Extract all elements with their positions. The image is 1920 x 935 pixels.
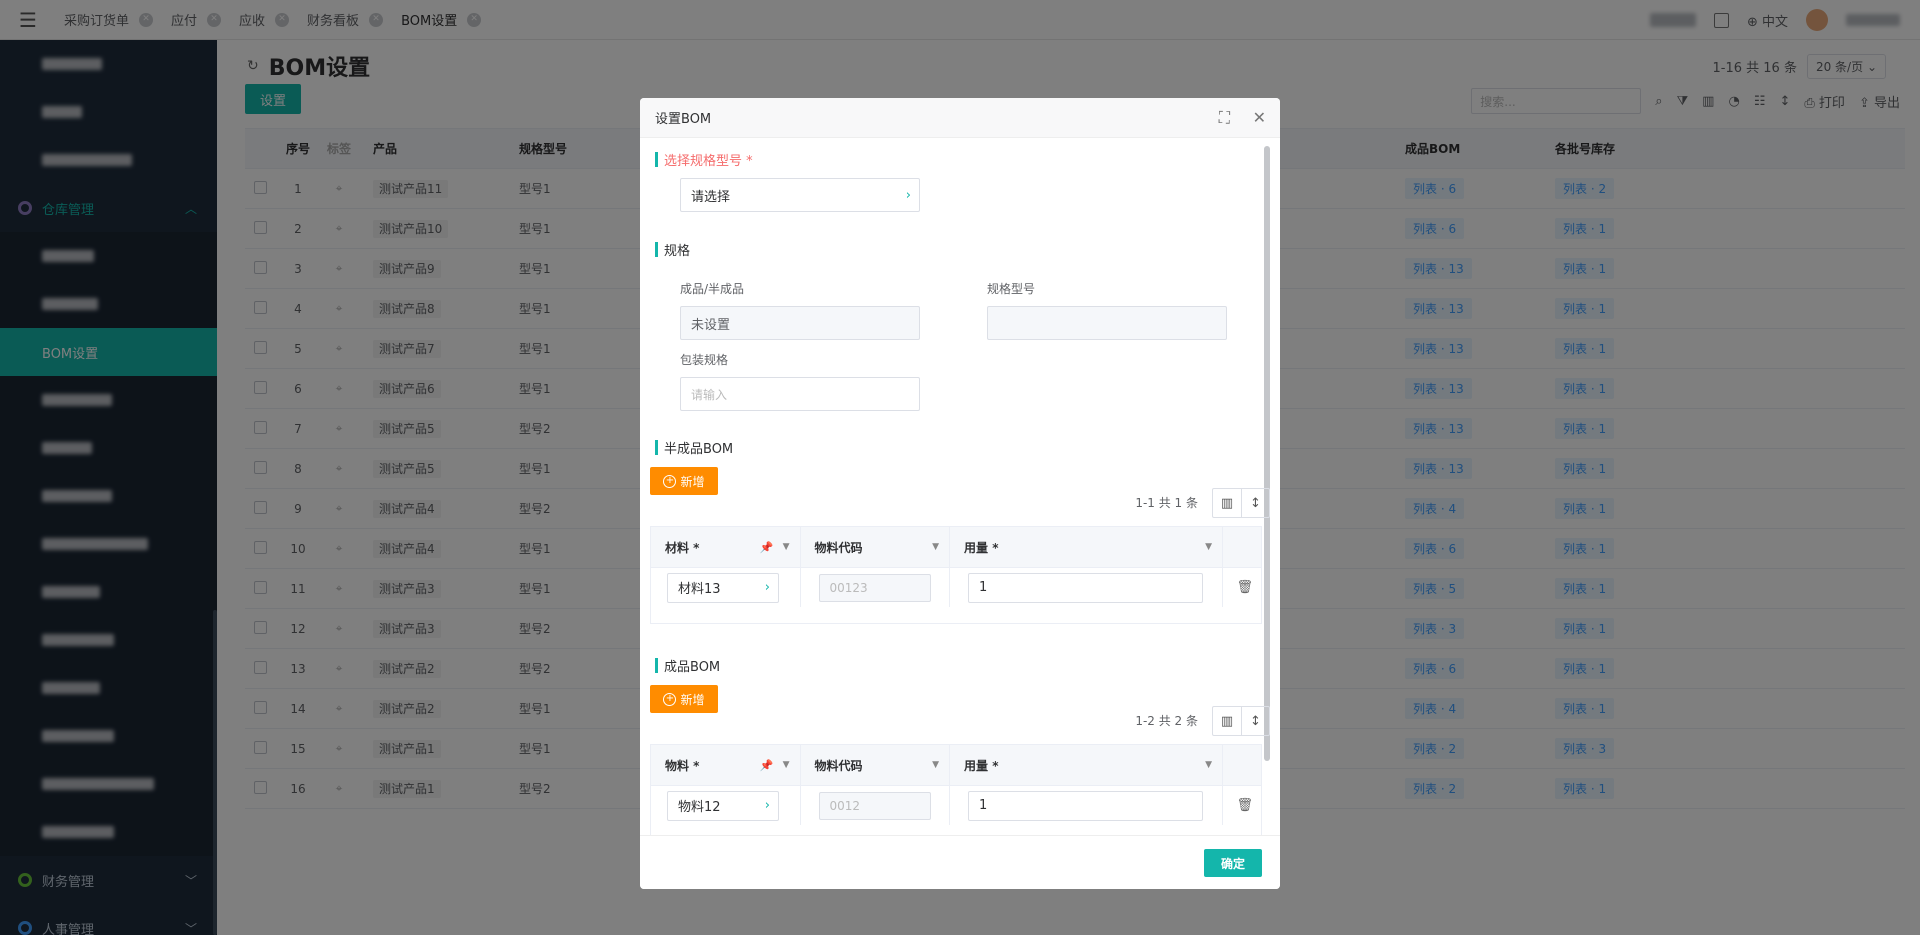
qty-cell: 1 xyxy=(950,786,1224,825)
table-row: 物料12 › 0012 1 🗑 xyxy=(651,785,1261,825)
section-select-spec: 选择规格型号 * xyxy=(655,150,753,169)
section-finished-bom: 成品BOM xyxy=(655,656,720,675)
row-height-icon[interactable]: ↕ xyxy=(1241,707,1269,735)
actions-cell: 🗑 xyxy=(1223,786,1261,825)
finished-pager: 1-2 共 2 条 xyxy=(1135,714,1198,728)
plus-circle-icon: + xyxy=(663,692,677,706)
trash-icon[interactable]: 🗑 xyxy=(1236,798,1253,813)
qty-input[interactable]: 1 xyxy=(968,790,1204,821)
caret-down-icon[interactable]: ▼ xyxy=(1205,542,1212,552)
caret-down-icon[interactable]: ▼ xyxy=(932,542,939,552)
plus-circle-icon: + xyxy=(663,474,677,488)
bar-chart-icon[interactable]: ▥ xyxy=(1213,489,1241,517)
header-code[interactable]: 物料代码 ▼ xyxy=(801,527,951,567)
header-code[interactable]: 物料代码 ▼ xyxy=(801,745,951,785)
bar-chart-icon[interactable]: ▥ xyxy=(1213,707,1241,735)
finished-bom-table: 物料 * 📌 ▼ 物料代码 ▼ 用量 * ▼ 物料12 › 0012 1 🗑 xyxy=(650,744,1262,835)
semi-pager: 1-1 共 1 条 xyxy=(1135,496,1198,510)
product-type-value: 未设置 xyxy=(691,317,731,333)
header-label: 物料代码 xyxy=(814,758,863,773)
code-cell: 0012 xyxy=(801,786,951,825)
qty-value: 1 xyxy=(979,580,988,595)
material-value: 物料12 xyxy=(678,800,721,815)
code-cell: 00123 xyxy=(801,568,951,607)
product-type-label: 成品/半成品 xyxy=(680,282,745,296)
qty-input[interactable]: 1 xyxy=(968,572,1204,603)
spec-select[interactable]: 请选择 › xyxy=(680,178,920,212)
header-label: 材料 * xyxy=(665,540,700,555)
section-spec: 规格 xyxy=(655,240,690,259)
confirm-button[interactable]: 确定 xyxy=(1204,849,1262,877)
qty-value: 1 xyxy=(979,798,988,813)
caret-down-icon[interactable]: ▼ xyxy=(1205,760,1212,770)
header-label: 物料代码 xyxy=(814,540,863,555)
material-select[interactable]: 材料13 › xyxy=(667,572,779,603)
material-cell: 材料13 › xyxy=(651,568,801,607)
dialog-title: 设置BOM xyxy=(655,112,712,127)
pin-icon[interactable]: 📌 xyxy=(760,759,774,772)
pin-icon[interactable]: 📌 xyxy=(760,541,774,554)
code-field: 0012 xyxy=(818,791,931,820)
section-semi-bom: 半成品BOM xyxy=(655,438,733,457)
header-material[interactable]: 材料 * 📌 ▼ xyxy=(651,527,801,567)
finished-table-tools: ▥ ↕ xyxy=(1212,706,1270,736)
header-label: 物料 * xyxy=(665,758,700,773)
dialog-scrollbar[interactable] xyxy=(1264,146,1270,761)
header-qty[interactable]: 用量 * ▼ xyxy=(950,745,1224,785)
packaging-input[interactable]: 请输入 xyxy=(680,377,920,411)
trash-icon[interactable]: 🗑 xyxy=(1236,580,1253,595)
add-label: 新增 xyxy=(680,692,705,707)
material-select[interactable]: 物料12 › xyxy=(667,790,779,821)
code-value: 00123 xyxy=(829,580,868,595)
section-label: 选择规格型号 * xyxy=(664,154,753,169)
header-material[interactable]: 物料 * 📌 ▼ xyxy=(651,745,801,785)
dialog-footer: 确定 xyxy=(640,835,1280,889)
product-type-field: 未设置 xyxy=(680,306,920,340)
code-field: 00123 xyxy=(818,573,931,602)
bom-dialog: 设置BOM ⛶ ✕ 选择规格型号 * 请选择 › 规格 成品/半成品 未设置 规格… xyxy=(640,98,1280,889)
table-row: 材料13 › 00123 1 🗑 xyxy=(651,567,1261,607)
add-label: 新增 xyxy=(680,474,705,489)
row-height-icon[interactable]: ↕ xyxy=(1241,489,1269,517)
select-placeholder: 请选择 xyxy=(691,189,731,205)
section-label: 半成品BOM xyxy=(664,442,734,457)
code-value: 0012 xyxy=(829,798,861,813)
chevron-right-icon: › xyxy=(905,187,911,203)
packaging-placeholder: 请输入 xyxy=(691,387,728,402)
header-qty[interactable]: 用量 * ▼ xyxy=(950,527,1224,567)
spec-model-field xyxy=(987,306,1227,340)
caret-down-icon[interactable]: ▼ xyxy=(783,760,790,770)
caret-down-icon[interactable]: ▼ xyxy=(783,542,790,552)
header-actions xyxy=(1223,527,1261,567)
header-label: 用量 * xyxy=(964,758,999,773)
table-header: 材料 * 📌 ▼ 物料代码 ▼ 用量 * ▼ xyxy=(651,527,1261,567)
finished-add-button[interactable]: + 新增 xyxy=(650,685,718,713)
semi-add-button[interactable]: + 新增 xyxy=(650,467,718,495)
chevron-right-icon: › xyxy=(764,580,770,595)
packaging-label: 包装规格 xyxy=(680,353,729,367)
dialog-header: 设置BOM ⛶ ✕ xyxy=(640,98,1280,138)
close-icon[interactable]: ✕ xyxy=(1253,108,1266,127)
spec-model-label: 规格型号 xyxy=(987,282,1036,296)
caret-down-icon[interactable]: ▼ xyxy=(932,760,939,770)
section-label: 规格 xyxy=(664,244,691,259)
semi-bom-table: 材料 * 📌 ▼ 物料代码 ▼ 用量 * ▼ 材料13 › 00123 1 🗑 xyxy=(650,526,1262,624)
table-header: 物料 * 📌 ▼ 物料代码 ▼ 用量 * ▼ xyxy=(651,745,1261,785)
header-label: 用量 * xyxy=(964,540,999,555)
dialog-body: 选择规格型号 * 请选择 › 规格 成品/半成品 未设置 规格型号 包装规格 请输… xyxy=(640,138,1280,835)
chevron-right-icon: › xyxy=(764,798,770,813)
section-label: 成品BOM xyxy=(664,660,721,675)
actions-cell: 🗑 xyxy=(1223,568,1261,607)
material-value: 材料13 xyxy=(678,582,721,597)
qty-cell: 1 xyxy=(950,568,1224,607)
maximize-icon[interactable]: ⛶ xyxy=(1219,108,1230,128)
semi-table-tools: ▥ ↕ xyxy=(1212,488,1270,518)
material-cell: 物料12 › xyxy=(651,786,801,825)
header-actions xyxy=(1223,745,1261,785)
